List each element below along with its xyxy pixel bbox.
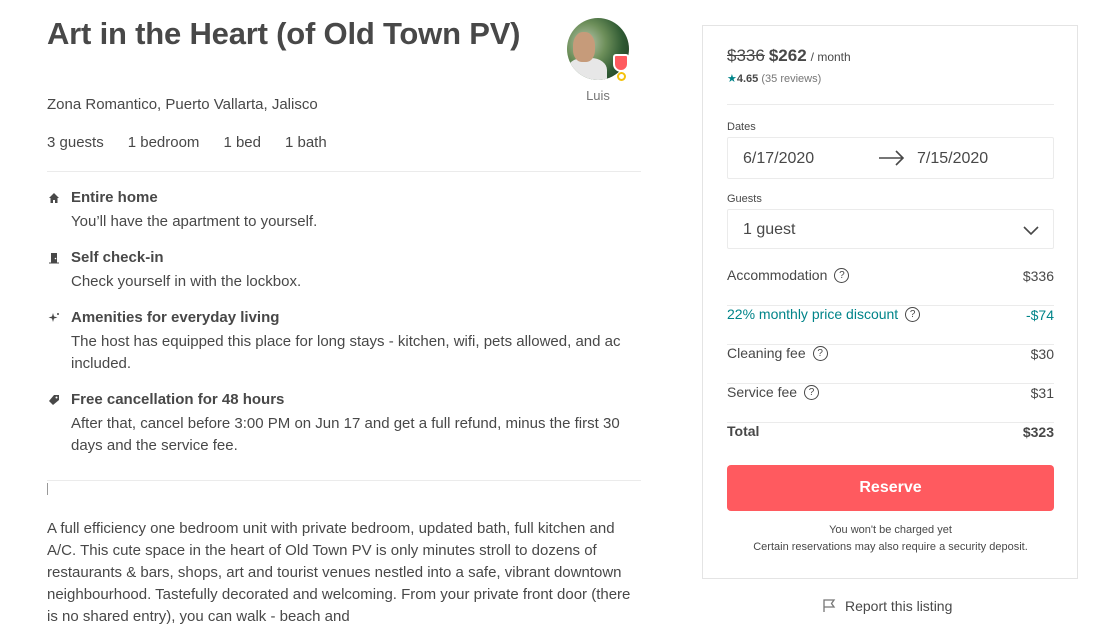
highlight-title: Amenities for everyday living (71, 309, 280, 326)
fact-guests: 3 guests (47, 134, 104, 151)
report-label[interactable]: Report this listing (845, 598, 952, 614)
star-icon: ★ (727, 73, 737, 85)
fee-row-service: Service fee? $31 (727, 384, 1054, 423)
highlight-desc: After that, cancel before 3:00 PM on Jun… (71, 415, 620, 454)
door-icon (47, 252, 61, 266)
fee-value: $31 (1030, 385, 1054, 401)
price-row: $336 $262 / month (727, 46, 851, 66)
fee-row-accommodation: Accommodation? $336 (727, 267, 1054, 306)
rating[interactable]: ★4.65 (35 reviews) (727, 72, 821, 85)
flag-icon (823, 599, 836, 612)
highlight-desc: Check yourself in with the lockbox. (71, 273, 302, 290)
rating-value: 4.65 (736, 73, 759, 85)
arrow-right-icon (879, 150, 905, 166)
report-listing-link[interactable]: Report this listing (822, 598, 952, 614)
discounted-price: $262 (768, 46, 807, 65)
listing-location: Zona Romantico, Puerto Vallarta, Jalisco (47, 96, 318, 113)
price-period: / month (810, 50, 851, 64)
listing-facts: 3 guests 1 bedroom 1 bed 1 bath (47, 134, 351, 151)
fee-row-cleaning: Cleaning fee? $30 (727, 345, 1054, 384)
help-icon[interactable]: ? (804, 384, 820, 400)
review-count[interactable]: (35 reviews) (761, 73, 821, 85)
divider (47, 171, 641, 172)
total-value: $323 (1022, 424, 1054, 440)
booking-card: $336 $262 / month ★4.65 (35 reviews) Dat… (702, 25, 1078, 579)
help-icon[interactable]: ? (905, 306, 921, 322)
fact-beds: 1 bed (223, 134, 261, 151)
listing-description: A full efficiency one bedroom unit with … (47, 520, 631, 625)
deposit-note: Certain reservations may also require a … (753, 541, 1028, 553)
guests-select[interactable]: 1 guest (727, 209, 1054, 249)
fee-value: -$74 (1025, 307, 1054, 323)
fee-label: Accommodation (727, 267, 828, 283)
text-cursor (47, 483, 48, 495)
chevron-down-icon (1023, 226, 1039, 236)
superhost-badge-icon (613, 54, 629, 72)
host-name[interactable]: Luis (567, 88, 629, 103)
fact-bedrooms: 1 bedroom (127, 134, 200, 151)
help-icon[interactable]: ? (812, 345, 828, 361)
guests-label: Guests (727, 193, 762, 205)
fact-baths: 1 bath (284, 134, 327, 151)
sparkle-icon (47, 312, 61, 326)
highlight-title: Self check-in (71, 249, 164, 266)
highlight-desc: You’ll have the apartment to yourself. (71, 213, 318, 230)
highlight-title: Entire home (71, 189, 158, 206)
verified-dot-icon (617, 72, 626, 81)
house-icon (47, 192, 61, 206)
guests-value: 1 guest (743, 221, 796, 238)
fee-row-total: Total $323 (727, 423, 1054, 462)
dates-label: Dates (727, 121, 756, 133)
total-label: Total (727, 423, 760, 439)
fee-label: Service fee (727, 384, 798, 400)
fee-value: $30 (1030, 346, 1054, 362)
original-price: $336 (727, 46, 765, 65)
highlight-title: Free cancellation for 48 hours (71, 391, 285, 408)
fee-label: Cleaning fee (727, 345, 806, 361)
fee-label: 22% monthly price discount (727, 306, 899, 322)
divider (47, 480, 641, 481)
host-profile[interactable]: Luis (567, 18, 629, 103)
check-in-date[interactable]: 6/17/2020 (743, 150, 814, 168)
fee-value: $336 (1022, 268, 1054, 284)
highlight-desc: The host has equipped this place for lon… (71, 333, 621, 372)
help-icon[interactable]: ? (834, 267, 850, 283)
tag-icon (47, 394, 61, 408)
check-out-date[interactable]: 7/15/2020 (917, 150, 988, 168)
divider (727, 104, 1054, 105)
date-range-picker[interactable]: 6/17/2020 7/15/2020 (727, 137, 1054, 179)
reserve-button[interactable]: Reserve (727, 465, 1054, 511)
listing-title: Art in the Heart (of Old Town PV) (47, 16, 521, 51)
fee-row-discount: 22% monthly price discount? -$74 (727, 306, 1054, 345)
no-charge-note: You won't be charged yet (829, 524, 952, 536)
